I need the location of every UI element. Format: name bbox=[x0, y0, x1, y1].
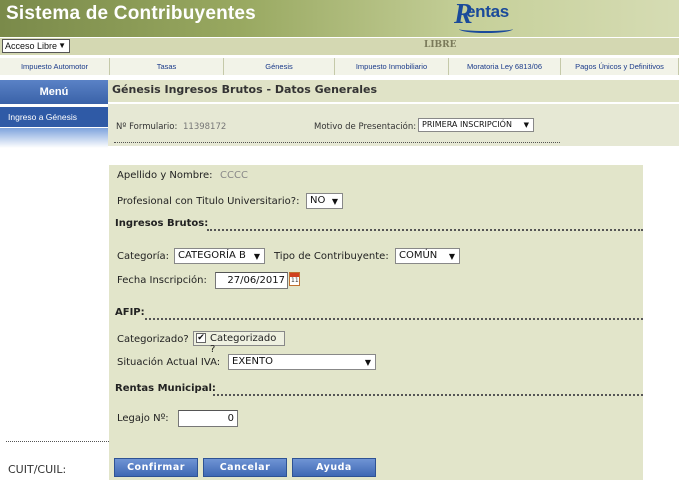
chevron-down-icon: ▼ bbox=[253, 252, 260, 261]
chevron-down-icon: ▼ bbox=[448, 252, 455, 261]
categoria-label: Categoría: bbox=[117, 251, 170, 262]
nav-item-moratoria[interactable]: Moratoria Ley 6813/06 bbox=[449, 58, 561, 75]
legajo-input[interactable]: 0 bbox=[178, 410, 238, 427]
nav-item-pagos-unicos[interactable]: Pagos Únicos y Definitivos bbox=[561, 58, 679, 75]
afip-divider bbox=[145, 318, 643, 320]
rentas-municipal-section-title: Rentas Municipal: bbox=[115, 383, 216, 394]
profesional-select[interactable]: NO ▼ bbox=[306, 193, 343, 209]
sidebar: Menú Ingreso a Génesis bbox=[0, 80, 108, 148]
apellido-label: Apellido y Nombre: bbox=[117, 170, 213, 181]
cuit-label: CUIT/CUIL: bbox=[8, 463, 67, 476]
chevron-down-icon: ▼ bbox=[523, 121, 529, 129]
footer-divider bbox=[6, 441, 109, 442]
categorizado-checkbox-label: Categorizado ? bbox=[210, 333, 277, 355]
sidebar-item-ingreso-genesis[interactable]: Ingreso a Génesis bbox=[0, 107, 108, 127]
rentas-logo: R entas bbox=[454, 0, 517, 36]
chevron-down-icon: ▼ bbox=[58, 41, 66, 50]
ingresos-divider bbox=[207, 229, 643, 231]
ingresos-section-title: Ingresos Brutos: bbox=[115, 218, 209, 229]
categorizado-checkbox-group[interactable]: ✔ Categorizado ? bbox=[193, 331, 285, 355]
apellido-value: CCCC bbox=[220, 170, 248, 181]
categoria-select-value: CATEGORÍA B bbox=[178, 250, 246, 261]
situacion-iva-select-value: EXENTO bbox=[232, 356, 273, 367]
nav-item-impuesto-inmobiliario[interactable]: Impuesto Inmobiliario bbox=[335, 58, 449, 75]
divider bbox=[114, 142, 560, 143]
sidebar-fade bbox=[0, 128, 108, 148]
chevron-down-icon: ▼ bbox=[331, 197, 338, 206]
access-bar: Acceso Libre ▼ LIBRE bbox=[0, 38, 679, 55]
profesional-select-value: NO bbox=[310, 195, 326, 206]
situacion-iva-select[interactable]: EXENTO ▼ bbox=[228, 354, 376, 370]
tipo-contribuyente-select[interactable]: COMÚN ▼ bbox=[395, 248, 460, 264]
formulario-label: Nº Formulario: bbox=[116, 122, 178, 132]
top-nav: Impuesto Automotor Tasas Génesis Impuest… bbox=[0, 58, 679, 75]
access-mode-label: LIBRE bbox=[424, 40, 457, 50]
rentas-municipal-divider bbox=[213, 394, 643, 396]
profesional-label: Profesional con Titulo Universitario?: bbox=[117, 196, 300, 207]
nav-item-genesis[interactable]: Génesis bbox=[224, 58, 335, 75]
logo-swoosh bbox=[459, 25, 513, 33]
app-header: Sistema de Contribuyentes R entas bbox=[0, 0, 679, 37]
chevron-down-icon: ▼ bbox=[364, 358, 371, 367]
cancel-button[interactable]: Cancelar bbox=[203, 458, 287, 477]
main-form-panel: Apellido y Nombre: CCCC Profesional con … bbox=[109, 165, 643, 480]
fecha-inscripcion-input[interactable]: 27/06/2017 bbox=[215, 272, 288, 289]
legajo-label: Legajo Nº: bbox=[117, 413, 169, 424]
app-title: Sistema de Contribuyentes bbox=[6, 3, 256, 24]
confirm-button[interactable]: Confirmar bbox=[114, 458, 198, 477]
categorizado-checkbox[interactable]: ✔ bbox=[196, 333, 206, 343]
nav-item-impuesto-automotor[interactable]: Impuesto Automotor bbox=[0, 58, 110, 75]
motivo-select[interactable]: PRIMERA INSCRIPCIÓN ▼ bbox=[418, 118, 534, 132]
form-header-panel: Nº Formulario: 11398172 Motivo de Presen… bbox=[108, 104, 679, 146]
categorizado-label: Categorizado? bbox=[117, 334, 189, 345]
formulario-value: 11398172 bbox=[183, 122, 227, 132]
fecha-inscripcion-label: Fecha Inscripción: bbox=[117, 275, 207, 286]
situacion-iva-label: Situación Actual IVA: bbox=[117, 357, 221, 368]
motivo-select-value: PRIMERA INSCRIPCIÓN bbox=[422, 120, 512, 129]
access-select-value: Acceso Libre bbox=[5, 41, 58, 51]
motivo-label: Motivo de Presentación: bbox=[314, 122, 417, 132]
tipo-contribuyente-label: Tipo de Contribuyente: bbox=[274, 251, 389, 262]
calendar-icon[interactable]: 11 bbox=[289, 272, 300, 286]
logo-text: entas bbox=[466, 2, 509, 21]
page-title: Génesis Ingresos Brutos - Datos Generale… bbox=[112, 83, 378, 96]
nav-item-tasas[interactable]: Tasas bbox=[110, 58, 224, 75]
content-title-bar: Génesis Ingresos Brutos - Datos Generale… bbox=[108, 80, 679, 102]
help-button[interactable]: Ayuda bbox=[292, 458, 376, 477]
afip-section-title: AFIP: bbox=[115, 307, 145, 318]
access-select[interactable]: Acceso Libre ▼ bbox=[2, 39, 70, 53]
categoria-select[interactable]: CATEGORÍA B ▼ bbox=[174, 248, 265, 264]
sidebar-title: Menú bbox=[0, 80, 108, 104]
tipo-contribuyente-select-value: COMÚN bbox=[399, 250, 438, 261]
calendar-icon-day: 11 bbox=[291, 277, 299, 284]
